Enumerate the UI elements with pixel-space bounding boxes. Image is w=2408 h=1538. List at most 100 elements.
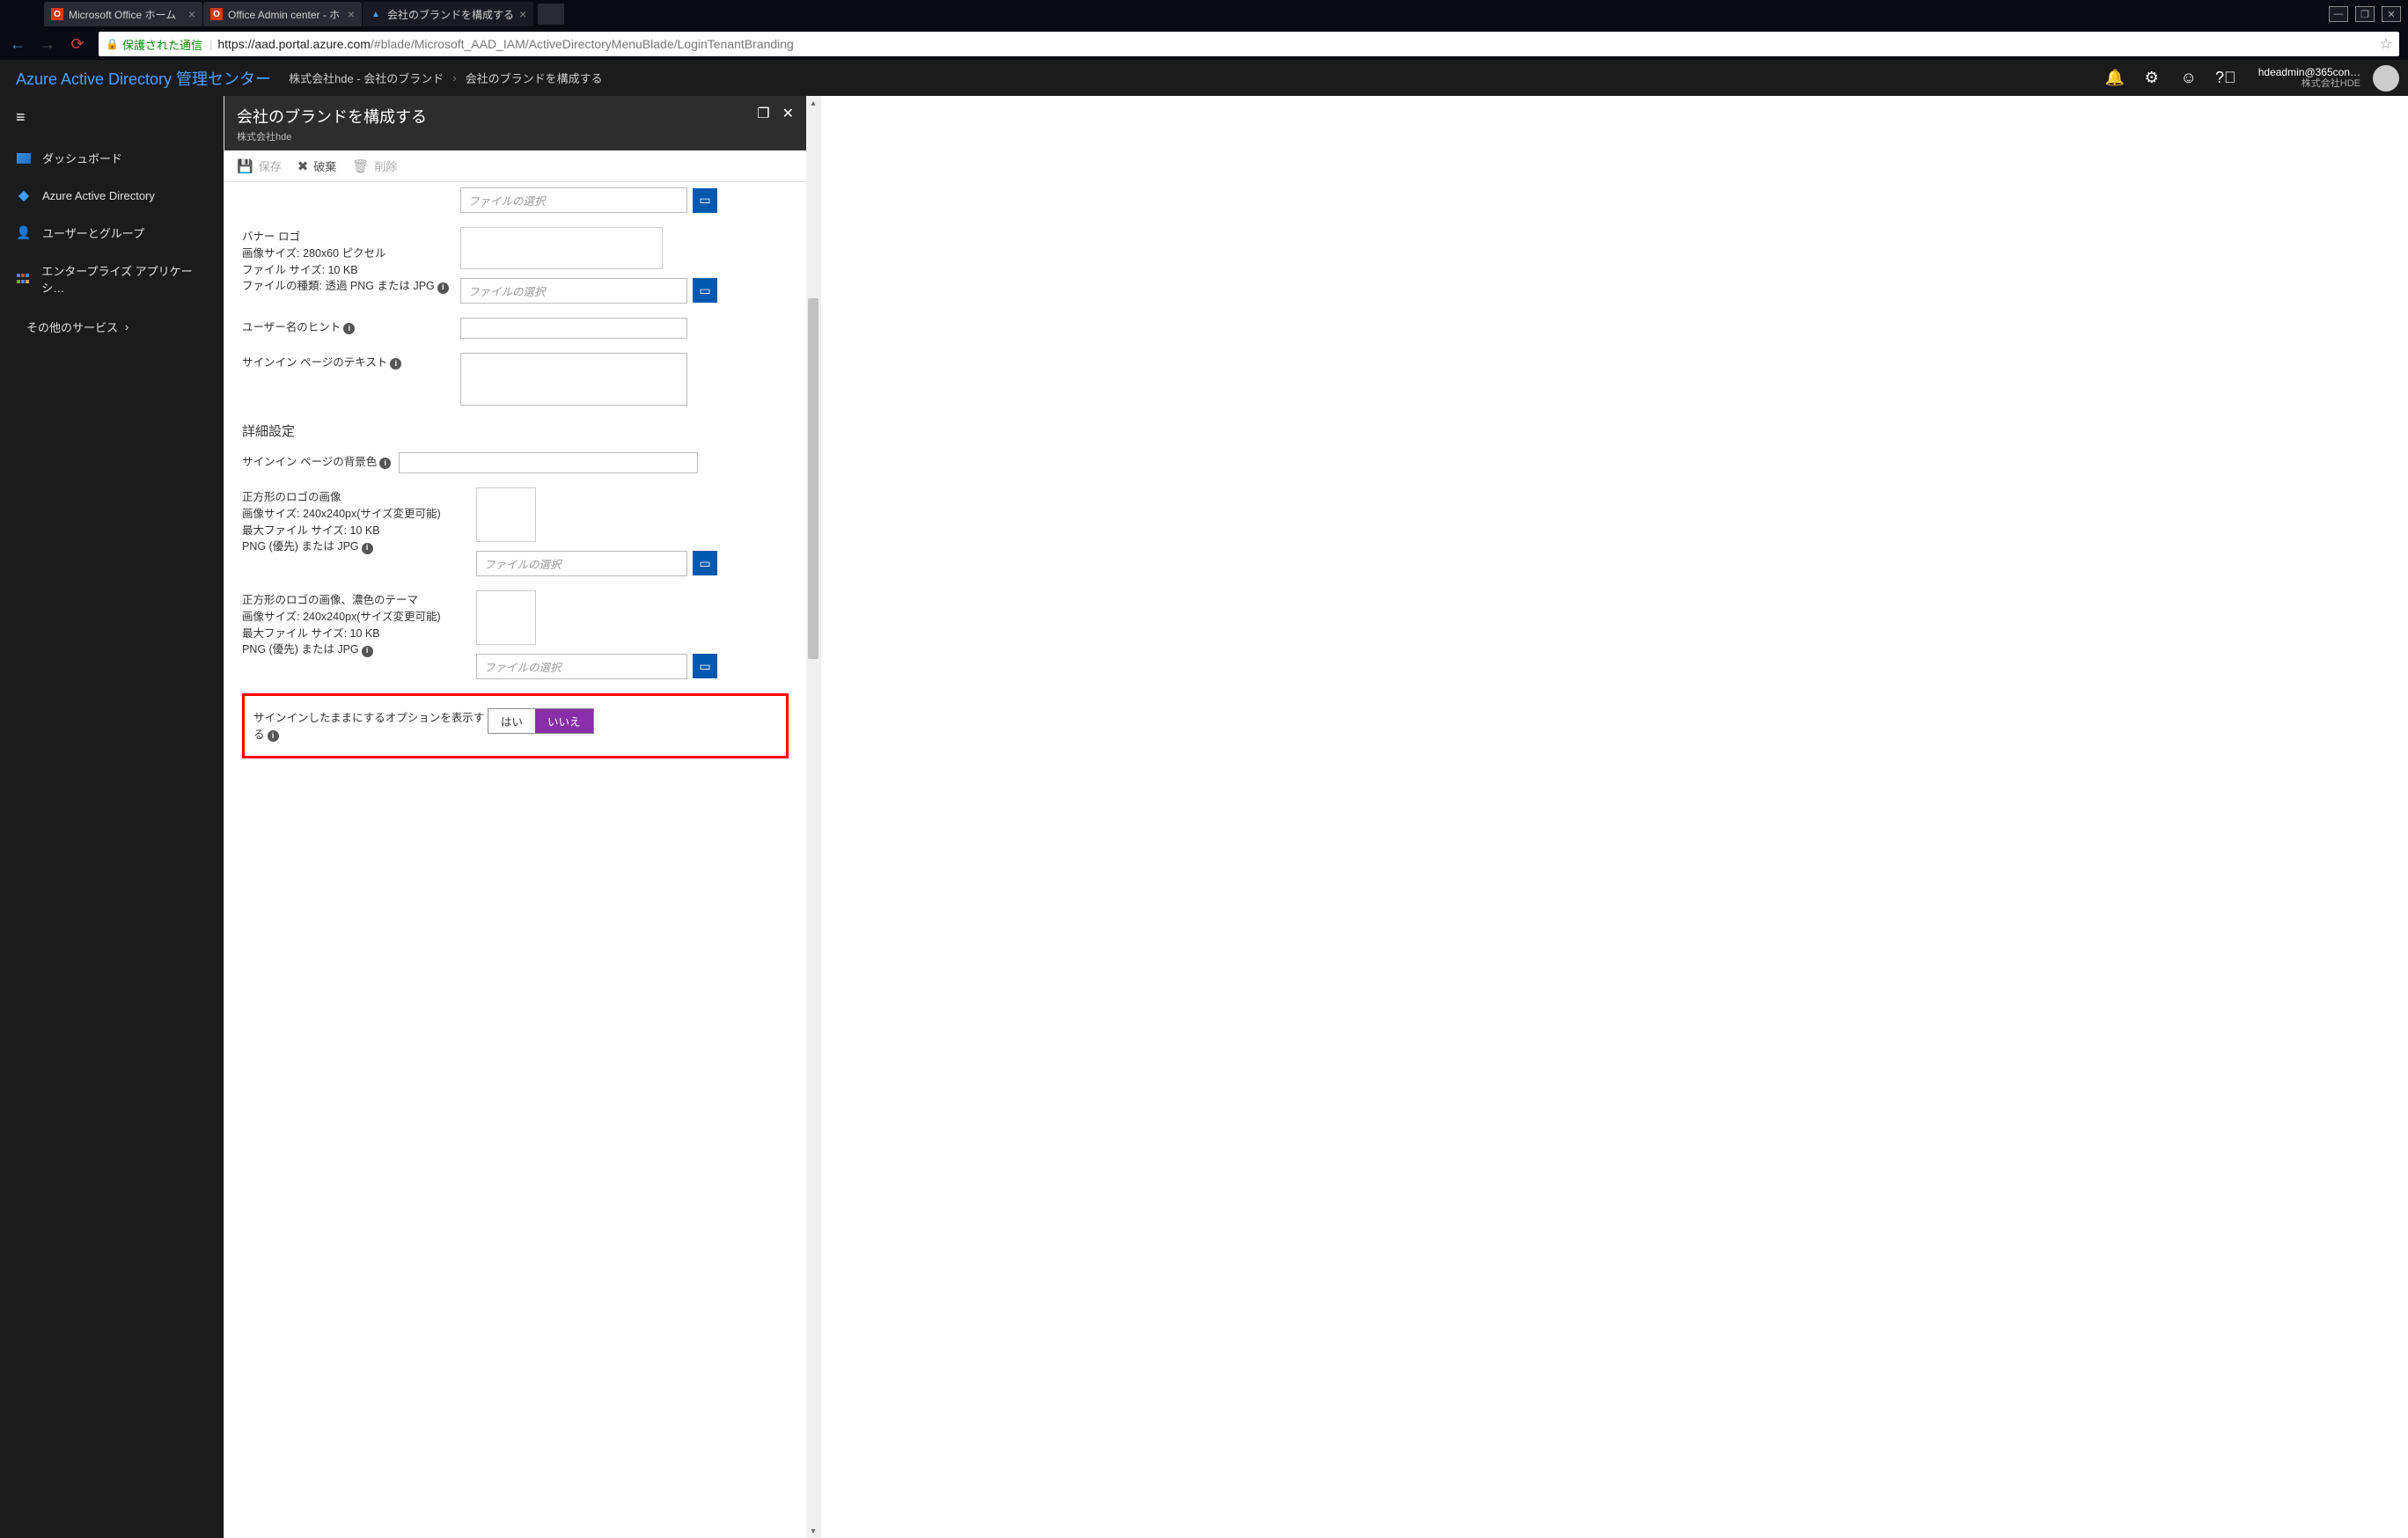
file-browse-button[interactable]: ▭ (693, 188, 717, 213)
url-separator: | (209, 38, 212, 51)
stay-signed-in-toggle[interactable]: はい いいえ (488, 708, 594, 734)
sidebar-item-aad[interactable]: ◆ Azure Active Directory (0, 177, 224, 214)
save-icon: 💾 (237, 158, 253, 174)
info-icon[interactable]: i (362, 646, 373, 657)
help-icon[interactable]: ?⃝ (2207, 60, 2244, 96)
close-icon[interactable]: × (519, 7, 526, 21)
blade-header: 会社のブランドを構成する 株式会社hde ❐ ✕ (224, 96, 806, 150)
sidebar-other-services[interactable]: その他のサービス › (0, 306, 224, 348)
bookmark-icon[interactable]: ☆ (2380, 35, 2392, 53)
sidebar: ≡ ダッシュボード ◆ Azure Active Directory 👤 ユーザ… (0, 96, 224, 1538)
toggle-yes[interactable]: はい (488, 709, 535, 733)
file-select-input[interactable]: ファイルの選択 (460, 187, 687, 213)
scrollbar[interactable]: ▴ ▾ (806, 96, 820, 1538)
window-controls: — ❐ ✕ (2329, 6, 2408, 22)
info-icon[interactable]: i (343, 323, 355, 334)
file-browse-button[interactable]: ▭ (693, 551, 717, 575)
toggle-no[interactable]: いいえ (535, 709, 593, 733)
close-icon[interactable]: × (188, 7, 195, 21)
browser-tab[interactable]: O Microsoft Office ホーム × (44, 2, 202, 26)
field-label-signin-text: サインイン ページのテキストi (242, 353, 460, 371)
minimize-button[interactable]: — (2329, 6, 2348, 22)
highlighted-setting: サインインしたままにするオプションを表示するi はい いいえ (242, 693, 789, 758)
info-icon[interactable]: i (390, 358, 401, 370)
sidebar-item-apps[interactable]: エンタープライズ アプリケーシ… (0, 252, 224, 306)
close-window-button[interactable]: ✕ (2382, 6, 2401, 22)
bgcolor-input[interactable] (399, 452, 698, 473)
sidebar-item-dashboard[interactable]: ダッシュボード (0, 139, 224, 177)
maximize-button[interactable]: ❐ (2355, 6, 2375, 22)
file-select-input[interactable]: ファイルの選択 (476, 551, 687, 576)
blade-body: ファイルの選択 ▭ バナー ロゴ 画像サイズ: 280x60 ピクセル ファイル… (224, 182, 806, 1538)
tab-title: Microsoft Office ホーム (69, 7, 183, 22)
sidebar-label: その他のサービス (26, 319, 118, 335)
settings-icon[interactable]: ⚙ (2133, 60, 2170, 96)
logo-preview (460, 227, 663, 269)
new-tab-button[interactable] (538, 4, 564, 25)
signin-text-input[interactable] (460, 353, 687, 406)
forward-button[interactable]: → (39, 35, 56, 54)
right-pane (820, 96, 2408, 1538)
blade-title: 会社のブランドを構成する (237, 105, 427, 128)
info-icon[interactable]: i (268, 730, 279, 742)
address-bar: ← → ⟳ 🔒 保護された通信 | https://aad.portal.azu… (0, 28, 2408, 60)
delete-label: 削除 (374, 157, 397, 174)
portal-logo[interactable]: Azure Active Directory 管理センター (16, 67, 271, 90)
users-icon: 👤 (16, 225, 32, 241)
file-browse-button[interactable]: ▭ (693, 278, 717, 303)
field-label-stay-signed-in: サインインしたままにするオプションを表示するi (253, 708, 488, 743)
save-button[interactable]: 💾 保存 (237, 157, 282, 174)
close-icon[interactable]: × (348, 7, 355, 21)
trash-icon: 🗑 (352, 158, 369, 174)
user-email: hdeadmin@365con… (2258, 66, 2360, 78)
breadcrumb-item[interactable]: 会社のブランドを構成する (466, 70, 603, 86)
tab-title: Office Admin center - ホ (228, 7, 342, 22)
restore-icon[interactable]: ❐ (757, 105, 769, 122)
info-icon[interactable]: i (379, 458, 391, 469)
lock-icon: 🔒 (106, 38, 119, 50)
header-icons: 🔔 ⚙ ☺ ?⃝ hdeadmin@365con… 株式会社HDE (2096, 60, 2408, 96)
scroll-thumb[interactable] (808, 298, 819, 659)
username-hint-input[interactable] (460, 318, 687, 339)
feedback-icon[interactable]: ☺ (2170, 60, 2207, 96)
chevron-right-icon: › (452, 71, 456, 84)
close-blade-icon[interactable]: ✕ (782, 105, 794, 122)
tab-title: 会社のブランドを構成する (387, 7, 514, 22)
info-icon[interactable]: i (362, 543, 373, 554)
url-text: https://aad.portal.azure.com/#blade/Micr… (217, 37, 793, 51)
menu-toggle-icon[interactable]: ≡ (0, 96, 224, 139)
browser-tab[interactable]: O Office Admin center - ホ × (203, 2, 362, 26)
file-select-input[interactable]: ファイルの選択 (460, 278, 687, 304)
url-input[interactable]: 🔒 保護された通信 | https://aad.portal.azure.com… (99, 32, 2399, 56)
reload-button[interactable]: ⟳ (69, 35, 86, 54)
breadcrumb-item[interactable]: 株式会社hde - 会社のブランド (289, 70, 444, 86)
blade: 会社のブランドを構成する 株式会社hde ❐ ✕ 💾 保存 ✖ 破棄 🗑 削除 (224, 96, 806, 1538)
delete-button[interactable]: 🗑 削除 (352, 157, 397, 174)
section-advanced: 詳細設定 (242, 421, 789, 440)
file-select-input[interactable]: ファイルの選択 (476, 654, 687, 679)
chevron-right-icon: › (125, 320, 128, 333)
logo-preview (476, 590, 536, 645)
discard-label: 破棄 (313, 157, 336, 174)
discard-button[interactable]: ✖ 破棄 (297, 157, 337, 174)
field-label-bgcolor: サインイン ページの背景色i (242, 452, 399, 471)
user-menu[interactable]: hdeadmin@365con… 株式会社HDE (2244, 66, 2368, 91)
blade-toolbar: 💾 保存 ✖ 破棄 🗑 削除 (224, 150, 806, 182)
aad-icon: ◆ (16, 187, 32, 203)
scroll-down-icon[interactable]: ▾ (806, 1524, 820, 1538)
field-label-banner: バナー ロゴ 画像サイズ: 280x60 ピクセル ファイル サイズ: 10 K… (242, 227, 460, 295)
avatar[interactable] (2373, 65, 2399, 92)
field-label-square-logo: 正方形のロゴの画像 画像サイズ: 240x240px(サイズ変更可能) 最大ファ… (242, 487, 476, 555)
scroll-up-icon[interactable]: ▴ (806, 96, 820, 110)
field-label-username-hint: ユーザー名のヒントi (242, 318, 460, 336)
notifications-icon[interactable]: 🔔 (2096, 60, 2133, 96)
blade-subtitle: 株式会社hde (237, 129, 427, 143)
user-org: 株式会社HDE (2258, 78, 2360, 90)
info-icon[interactable]: i (437, 282, 449, 294)
office-favicon: O (51, 8, 63, 20)
sidebar-item-users[interactable]: 👤 ユーザーとグループ (0, 214, 224, 252)
back-button[interactable]: ← (9, 35, 26, 54)
logo-preview (476, 487, 536, 542)
file-browse-button[interactable]: ▭ (693, 654, 717, 678)
browser-tab-active[interactable]: ▲ 会社のブランドを構成する × (363, 2, 533, 26)
